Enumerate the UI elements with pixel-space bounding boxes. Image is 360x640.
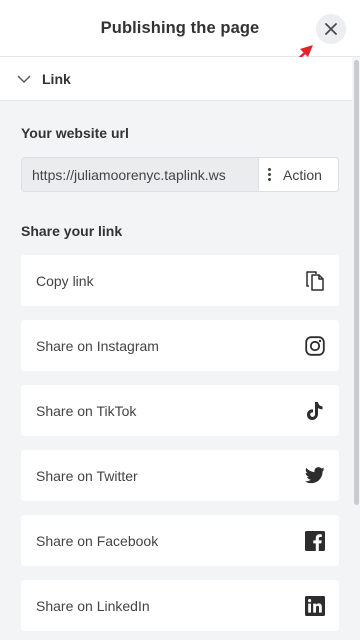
share-facebook-button[interactable]: Share on Facebook bbox=[21, 515, 339, 566]
section-label: Link bbox=[42, 70, 71, 87]
share-twitter-button[interactable]: Share on Twitter bbox=[21, 450, 339, 501]
share-link-label: Share your link bbox=[21, 223, 123, 239]
share-item-label: Share on TikTok bbox=[36, 402, 137, 419]
share-item-label: Share on LinkedIn bbox=[36, 597, 150, 614]
modal-header: Publishing the page bbox=[0, 0, 360, 57]
twitter-icon bbox=[305, 466, 325, 486]
share-item-label: Share on Facebook bbox=[36, 532, 159, 549]
link-section-toggle[interactable]: Link bbox=[0, 57, 352, 101]
copy-icon bbox=[305, 270, 325, 291]
action-button[interactable]: Action bbox=[258, 158, 338, 191]
scrollbar-thumb[interactable] bbox=[354, 60, 359, 505]
share-item-label: Share on Instagram bbox=[36, 337, 159, 354]
instagram-icon bbox=[305, 335, 325, 356]
share-linkedin-button[interactable]: Share on LinkedIn bbox=[21, 580, 339, 631]
chevron-down-icon bbox=[16, 71, 32, 87]
share-item-label: Share on Twitter bbox=[36, 467, 138, 484]
facebook-icon bbox=[305, 530, 325, 551]
share-tiktok-button[interactable]: Share on TikTok bbox=[21, 385, 339, 436]
website-url-row: https://juliamoorenyc.taplink.ws Action bbox=[21, 157, 339, 192]
tiktok-icon bbox=[305, 401, 325, 421]
share-item-label: Copy link bbox=[36, 272, 94, 289]
website-url-label: Your website url bbox=[21, 125, 129, 141]
share-instagram-button[interactable]: Share on Instagram bbox=[21, 320, 339, 371]
copy-link-button[interactable]: Copy link bbox=[21, 255, 339, 306]
action-button-label: Action bbox=[283, 166, 322, 183]
linkedin-icon bbox=[305, 595, 325, 616]
close-button[interactable] bbox=[316, 14, 346, 44]
website-url-field[interactable]: https://juliamoorenyc.taplink.ws bbox=[22, 158, 258, 191]
close-icon bbox=[325, 23, 337, 35]
page-title: Publishing the page bbox=[100, 18, 260, 37]
more-vertical-icon bbox=[268, 167, 271, 182]
